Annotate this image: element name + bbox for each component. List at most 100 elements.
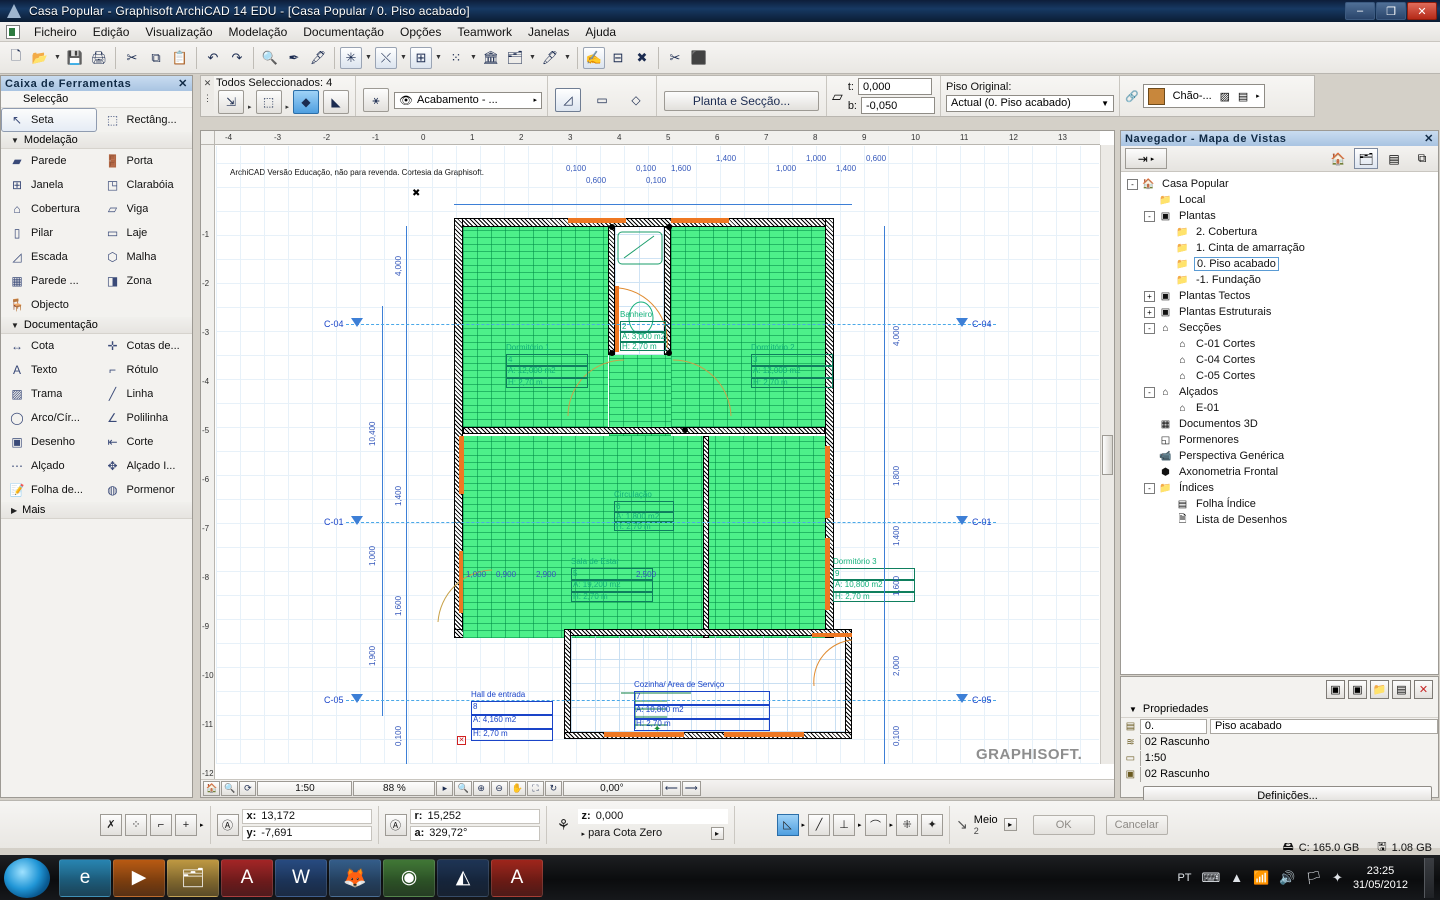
tree-expander-icon[interactable]: - <box>1127 178 1138 190</box>
material-dropdown-icon[interactable]: ▸ <box>1256 92 1260 100</box>
rotated-rect-method-icon[interactable]: ◇ <box>623 88 649 112</box>
show-hidden-icon[interactable]: ▲ <box>1230 870 1243 885</box>
tree-item-c-05-cortes[interactable]: ⌂ C-05 Cortes <box>1127 368 1438 384</box>
tool-parede[interactable]: ▰ Parede <box>1 149 97 173</box>
eyedropper-icon[interactable]: ✒ <box>283 47 305 69</box>
tool-aladoi[interactable]: ✥ Alçado I... <box>97 454 193 478</box>
node-5[interactable] <box>682 427 688 433</box>
layer-combination-field[interactable]: 02 Rascunho <box>1139 734 1438 750</box>
room-name-label[interactable]: Dormitório 1 <box>506 343 550 353</box>
orientation-angle-field[interactable]: 0,00° <box>562 781 661 796</box>
red-tool-icon[interactable]: ⬛ <box>688 47 710 69</box>
multiply-dropdown-icon[interactable]: ▼ <box>468 47 479 69</box>
section-marker-label[interactable]: C-04 <box>972 319 992 329</box>
toolbox-section-modelao[interactable]: ▼ Modelação <box>1 132 192 149</box>
snap-point-icon[interactable]: ✗ <box>100 813 122 836</box>
cut-icon[interactable]: ✂ <box>121 47 143 69</box>
maximize-button[interactable]: ❐ <box>1376 2 1406 20</box>
print-icon[interactable]: 🖨 <box>88 47 110 69</box>
section-marker-triangle[interactable] <box>956 694 968 703</box>
pen-set-dropdown-icon[interactable]: ▼ <box>562 47 573 69</box>
home-story-select[interactable]: Actual (0. Piso acabado) ▼ <box>946 94 1114 112</box>
link-icon[interactable]: 🔗 <box>1125 90 1139 103</box>
menu-item-teamwork[interactable]: Teamwork <box>449 23 520 41</box>
tool-cota[interactable]: ↔ Cota <box>1 334 97 358</box>
start-button[interactable] <box>4 857 50 898</box>
paste-icon[interactable]: 📋 <box>169 47 191 69</box>
tool-clarabia[interactable]: ◳ Clarabóia <box>97 173 193 197</box>
toolbox-expander-icon[interactable]: ▶ <box>11 506 17 515</box>
taskbar-explorer[interactable]: 🗂 <box>167 858 219 897</box>
dimension-icon[interactable]: ⊟ <box>607 47 629 69</box>
split-dropdown-icon[interactable]: ▼ <box>398 47 409 69</box>
tree-item-lista-de-desenhos[interactable]: 🗎 Lista de Desenhos <box>1127 512 1438 528</box>
snap-all-icon[interactable]: ◺ <box>776 813 799 836</box>
window-top-1[interactable] <box>568 218 626 223</box>
hotspot-marker[interactable]: ✕ <box>457 736 466 745</box>
show-desktop-button[interactable] <box>1424 857 1434 898</box>
menu-item-ficheiro[interactable]: Ficheiro <box>26 23 85 41</box>
section-marker-triangle[interactable] <box>956 516 968 525</box>
scrollbar-thumb[interactable] <box>1102 435 1113 475</box>
pan-icon[interactable]: ✋ <box>508 781 526 796</box>
wall-top[interactable] <box>454 218 834 227</box>
fill-tool-icon[interactable]: ◆ <box>293 90 320 114</box>
tree-expander-icon[interactable]: + <box>1144 290 1155 302</box>
tool-desenho[interactable]: ▣ Desenho <box>1 430 97 454</box>
action-center-icon[interactable]: 🏳 <box>1306 870 1323 886</box>
y-coordinate[interactable]: y: -7,691 <box>241 825 372 841</box>
wall-partition-3[interactable] <box>463 427 825 434</box>
a-coordinate[interactable]: a: 329,72° <box>409 825 540 841</box>
toolbox-section-documentao[interactable]: ▼ Documentação <box>1 317 192 334</box>
snap-line-icon[interactable]: ╱ <box>808 813 831 836</box>
xy-origin-icon[interactable]: Ⓐ <box>216 813 239 836</box>
pen-set-field[interactable]: 02 Rascunho <box>1139 766 1438 782</box>
intersect-icon[interactable]: ✖ <box>631 47 653 69</box>
layer-selector[interactable]: 👁 Acabamento - ... ▸ <box>394 91 543 109</box>
tree-item-axonometria-frontal[interactable]: ⬢ Axonometria Frontal <box>1127 464 1438 480</box>
menu-item-edio[interactable]: Edição <box>85 23 138 41</box>
wall-partition-1[interactable] <box>608 227 615 355</box>
preview-icon[interactable]: 🔍 <box>221 781 239 796</box>
room-name-label[interactable]: Sala de Estar <box>571 557 619 567</box>
tree-item-local[interactable]: 📁 Local <box>1127 192 1438 208</box>
publisher-icon[interactable]: ⧉ <box>1410 148 1434 169</box>
tool-escada[interactable]: ◿ Escada <box>1 245 97 269</box>
clock[interactable]: 23:25 31/05/2012 <box>1353 864 1408 892</box>
layer-dropdown-icon[interactable]: ▸ <box>534 96 538 104</box>
node-2[interactable] <box>666 350 672 356</box>
perpendicular-icon[interactable]: ⊥ <box>833 813 856 836</box>
toolbox-expander-icon[interactable]: ▼ <box>11 321 19 330</box>
arrow-tool-dropdown-icon[interactable]: ▸ <box>248 103 252 114</box>
taskbar-chrome[interactable]: ◉ <box>383 858 435 897</box>
adjust-dropdown-icon[interactable]: ▼ <box>433 47 444 69</box>
section-marker-label[interactable]: C-01 <box>972 517 992 527</box>
tool-pilar[interactable]: ▯ Pilar <box>1 221 97 245</box>
drawing-area[interactable]: -4 -3 -2 -1 0 1 2 3 4 5 6 7 8 9 10 11 12 13 -1 -2 -3 -4 -5 -6-… <box>200 130 1115 798</box>
keyboard-icon[interactable]: ⌨ <box>1202 870 1221 886</box>
orient-icon[interactable]: ↻ <box>544 781 562 796</box>
taskbar-internet-explorer[interactable]: e <box>59 858 111 897</box>
tree-expander-icon[interactable]: + <box>1144 306 1155 318</box>
zoom-percent-field[interactable]: 88 % <box>353 781 436 796</box>
node-snap-icon[interactable]: ⁜ <box>896 813 919 836</box>
z-reference[interactable]: ▸ para Cota Zero ▸ <box>578 826 728 841</box>
open-view-icon[interactable]: ▤ <box>1392 680 1411 699</box>
cancel-button[interactable]: Cancelar <box>1105 814 1168 835</box>
magic-snap-icon[interactable]: ✦ <box>921 813 944 836</box>
toolbox-close-icon[interactable]: ✕ <box>178 77 188 90</box>
taskbar-firefox[interactable]: 🦊 <box>329 858 381 897</box>
wall-annex-left[interactable] <box>564 629 571 739</box>
room-name-label[interactable]: Cozinha/ Area de Serviço <box>634 680 724 690</box>
add-point-dropdown-icon[interactable]: ▸ <box>200 821 204 829</box>
favorites-icon[interactable]: ⚹ <box>363 88 390 112</box>
toolbox-section-mais[interactable]: ▶ Mais <box>1 502 192 519</box>
tree-item-c-01-cortes[interactable]: ⌂ C-01 Cortes <box>1127 336 1438 352</box>
tool-cotasde[interactable]: ✛ Cotas de... <box>97 334 193 358</box>
tree-item-documentos-3d[interactable]: ▦ Documentos 3D <box>1127 416 1438 432</box>
window-top-2[interactable] <box>671 218 729 223</box>
toolbox-expander-icon[interactable]: ▼ <box>11 136 19 145</box>
update-icon[interactable]: ⟳ <box>239 781 257 796</box>
section-marker-triangle[interactable] <box>351 694 363 703</box>
tangent-dropdown-icon[interactable]: ▸ <box>890 821 894 829</box>
